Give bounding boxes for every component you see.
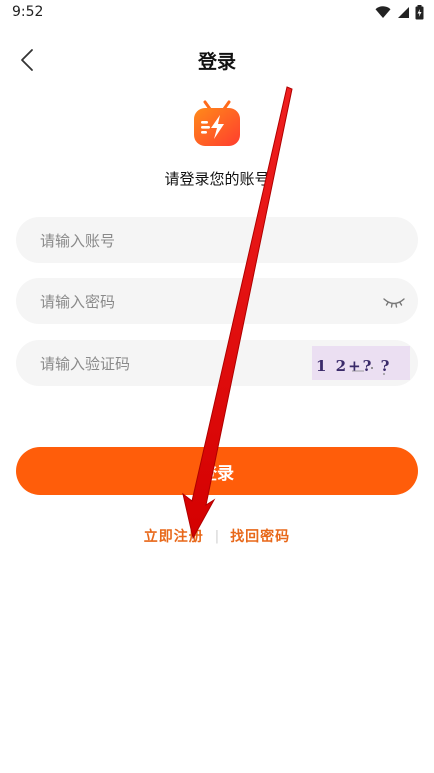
password-field — [16, 278, 418, 326]
login-button[interactable]: 登录 — [16, 447, 418, 495]
account-field — [16, 217, 418, 265]
login-prompt: 请登录您的账号 — [164, 170, 270, 188]
tv-lightning-icon — [194, 100, 240, 146]
register-link[interactable]: 立即注册 — [144, 526, 204, 546]
header: 登录 — [0, 38, 434, 82]
auth-links: 立即注册 | 找回密码 — [0, 526, 434, 546]
account-input[interactable] — [38, 217, 322, 265]
battery-icon — [415, 5, 424, 20]
password-input[interactable] — [38, 278, 322, 326]
captcha-field: 1 2+? ? — [16, 340, 418, 388]
status-icons — [375, 5, 424, 20]
wifi-icon — [375, 6, 391, 18]
captcha-image[interactable]: 1 2+? ? — [312, 346, 410, 380]
captcha-input[interactable] — [38, 340, 322, 388]
eye-closed-icon[interactable] — [382, 291, 406, 311]
status-bar: 9:52 — [0, 0, 434, 26]
status-time: 9:52 — [12, 4, 44, 20]
captcha-text: 1 2+? ? — [316, 357, 391, 375]
page-title: 登录 — [197, 51, 236, 73]
login-screen: 9:52 登录 请登录您的账号 请输入账号 请输入验证码 1 2+? ? 登录 … — [0, 0, 434, 773]
forgot-password-link[interactable]: 找回密码 — [230, 526, 290, 546]
link-divider: | — [214, 528, 220, 544]
signal-icon — [398, 7, 409, 18]
